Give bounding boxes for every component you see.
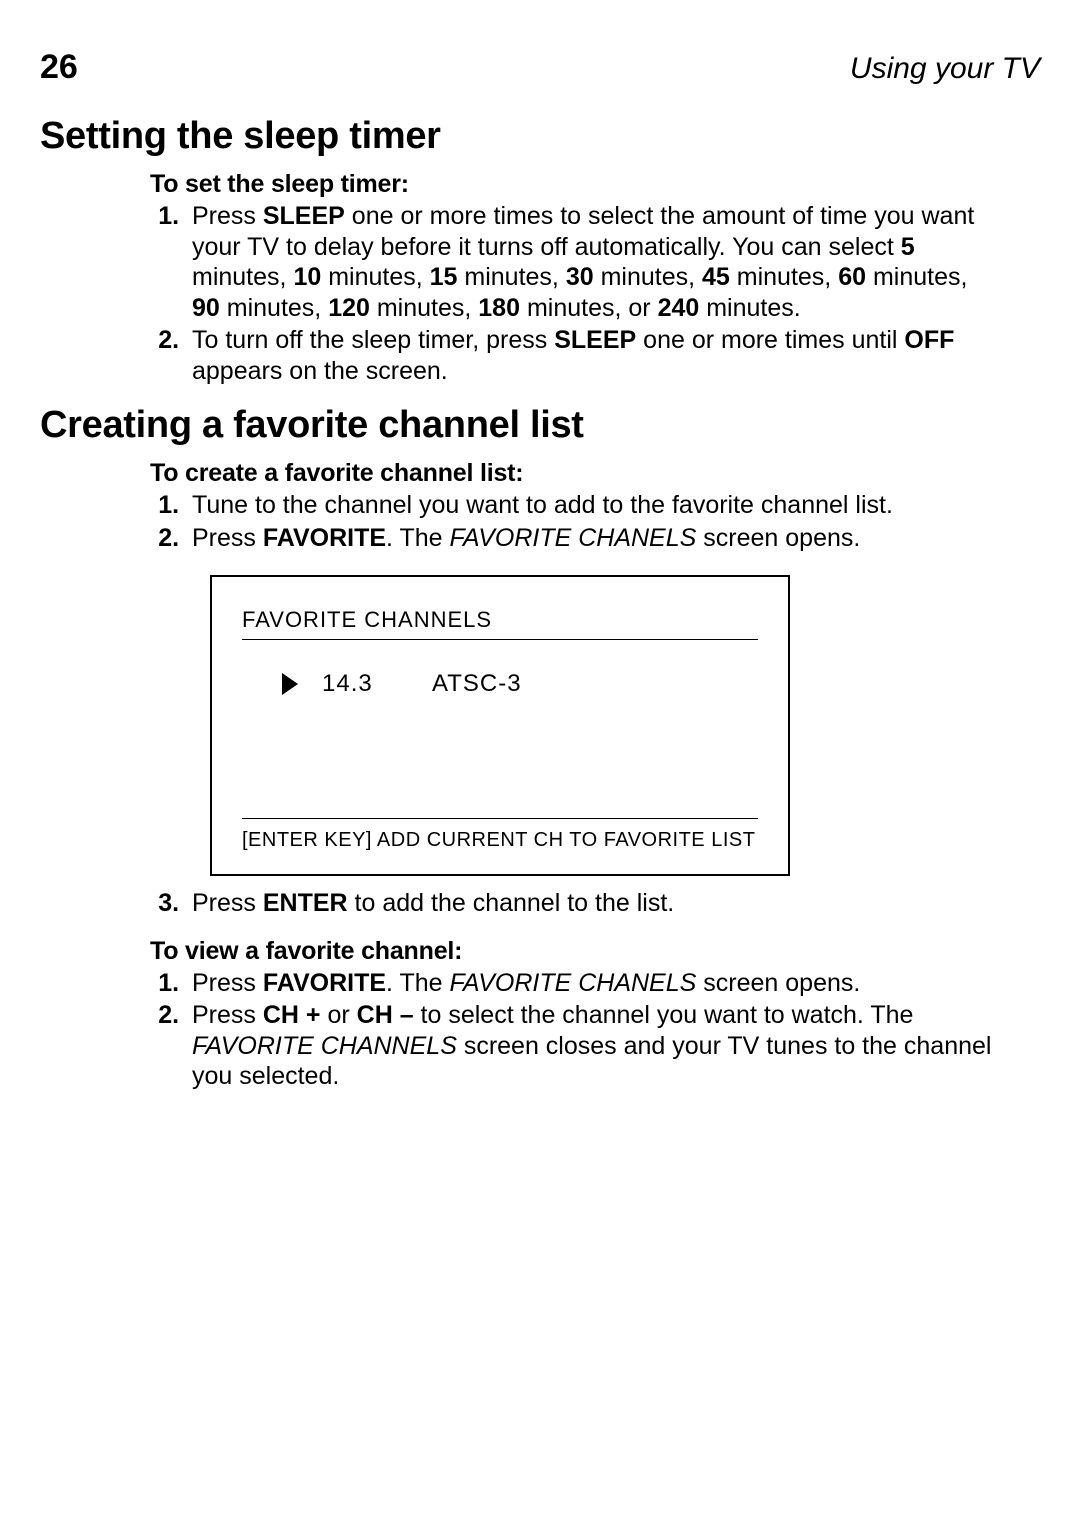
val-30: 30 (566, 263, 594, 291)
val-240: 240 (658, 294, 700, 322)
key-sleep: SLEEP (263, 202, 345, 230)
text: minutes. (699, 294, 800, 322)
text: . The (386, 524, 449, 552)
channel-number: 14.3 (322, 670, 432, 698)
val-60: 60 (838, 263, 866, 291)
text: minutes, or (520, 294, 658, 322)
favorite-create-block: To create a favorite channel list: Tune … (150, 459, 1000, 1092)
page-header: 26 Using your TV (40, 48, 1040, 87)
tv-screen-mock: FAVORITE CHANNELS 14.3 ATSC-3 [ENTER KEY… (210, 575, 790, 876)
view-favorite-subhead: To view a favorite channel: (150, 937, 1000, 966)
key-ch-minus: CH – (357, 1001, 414, 1029)
screen-name: FAVORITE CHANELS (450, 524, 697, 552)
text: minutes, (730, 263, 838, 291)
text: to select the channel you want to watch.… (414, 1001, 914, 1029)
screen-title: FAVORITE CHANNELS (242, 607, 758, 640)
text: minutes, (192, 263, 293, 291)
text: minutes, (594, 263, 702, 291)
key-ch-plus: CH + (263, 1001, 321, 1029)
text: Press (192, 1001, 263, 1029)
create-step-1: Tune to the channel you want to add to t… (186, 490, 1000, 521)
create-step-3: Press ENTER to add the channel to the li… (186, 888, 1000, 919)
key-favorite: FAVORITE (263, 524, 386, 552)
channel-name: ATSC-3 (432, 670, 522, 698)
text: or (321, 1001, 357, 1029)
text: minutes, (220, 294, 328, 322)
create-favorite-steps: Tune to the channel you want to add to t… (150, 490, 1000, 553)
text: To turn off the sleep timer, press (192, 326, 554, 354)
screen-instruction: [ENTER KEY] ADD CURRENT CH TO FAVORITE L… (242, 818, 758, 852)
view-step-1: Press FAVORITE. The FAVORITE CHANELS scr… (186, 968, 1000, 999)
text: one or more times until (636, 326, 904, 354)
sleep-timer-steps: Press SLEEP one or more times to select … (150, 201, 1000, 386)
section-title-favorite-list: Creating a favorite channel list (40, 404, 1040, 447)
text: screen opens. (696, 969, 860, 997)
sleep-timer-block: To set the sleep timer: Press SLEEP one … (150, 170, 1000, 386)
play-icon (282, 673, 298, 695)
key-off: OFF (904, 326, 954, 354)
text: minutes, (370, 294, 478, 322)
text: Press (192, 202, 263, 230)
screen-name: FAVORITE CHANELS (450, 969, 697, 997)
sleep-step-1: Press SLEEP one or more times to select … (186, 201, 1000, 323)
create-favorite-steps-cont: Press ENTER to add the channel to the li… (150, 888, 1000, 919)
val-180: 180 (478, 294, 520, 322)
text: Press (192, 889, 263, 917)
channel-row: 14.3 ATSC-3 (242, 670, 758, 698)
text: minutes, (321, 263, 429, 291)
create-favorite-subhead: To create a favorite channel list: (150, 459, 1000, 488)
section-title-sleep-timer: Setting the sleep timer (40, 115, 1040, 158)
val-10: 10 (293, 263, 321, 291)
val-120: 120 (328, 294, 370, 322)
key-sleep: SLEEP (554, 326, 636, 354)
text: Press (192, 524, 263, 552)
text: minutes, (866, 263, 967, 291)
text: appears on the screen. (192, 357, 448, 385)
sleep-step-2: To turn off the sleep timer, press SLEEP… (186, 325, 1000, 386)
text: to add the channel to the list. (348, 889, 675, 917)
val-90: 90 (192, 294, 220, 322)
text: minutes, (457, 263, 565, 291)
screen-name: FAVORITE CHANNELS (192, 1032, 457, 1060)
page: 26 Using your TV Setting the sleep timer… (0, 0, 1080, 1529)
create-step-2: Press FAVORITE. The FAVORITE CHANELS scr… (186, 523, 1000, 554)
sleep-timer-subhead: To set the sleep timer: (150, 170, 1000, 199)
running-head: Using your TV (850, 52, 1040, 86)
page-number: 26 (40, 48, 78, 87)
text: . The (386, 969, 449, 997)
key-favorite: FAVORITE (263, 969, 386, 997)
val-5: 5 (901, 233, 915, 261)
text: Press (192, 969, 263, 997)
view-step-2: Press CH + or CH – to select the channel… (186, 1000, 1000, 1092)
val-15: 15 (430, 263, 458, 291)
key-enter: ENTER (263, 889, 348, 917)
text: screen opens. (696, 524, 860, 552)
view-favorite-steps: Press FAVORITE. The FAVORITE CHANELS scr… (150, 968, 1000, 1092)
val-45: 45 (702, 263, 730, 291)
